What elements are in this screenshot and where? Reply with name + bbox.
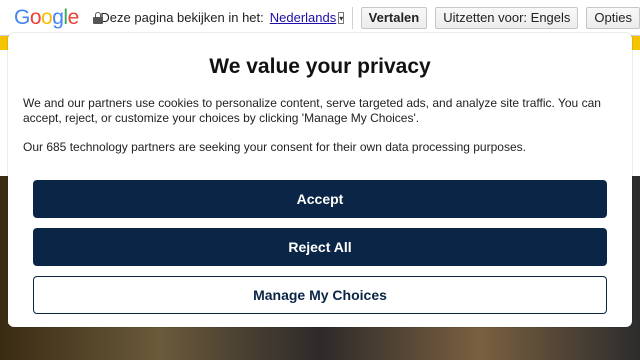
logo-letter: g: [52, 5, 64, 29]
google-logo: Google: [14, 6, 79, 30]
chevron-down-icon[interactable]: ▾: [338, 11, 345, 24]
google-translate-bar: Google Deze pagina bekijken in het: Nede…: [0, 0, 640, 36]
privacy-consent-dialog: We value your privacy We and our partner…: [8, 33, 632, 327]
reject-all-button[interactable]: Reject All: [33, 228, 607, 266]
logo-letter: o: [41, 5, 53, 29]
disable-translation-button[interactable]: Uitzetten voor: Engels: [435, 6, 579, 29]
language-select-link[interactable]: Nederlands: [270, 10, 337, 25]
lock-icon: [92, 11, 103, 24]
dialog-title: We value your privacy: [209, 55, 431, 78]
translate-prompt: Deze pagina bekijken in het:: [100, 10, 264, 25]
options-button[interactable]: Opties: [586, 6, 640, 29]
logo-letter: G: [14, 5, 30, 29]
logo-letter: e: [67, 5, 80, 29]
logo-letter: o: [29, 5, 42, 29]
translate-button[interactable]: Vertalen: [360, 6, 428, 29]
consent-description: We and our partners use cookies to perso…: [23, 96, 601, 125]
partners-notice: Our 685 technology partners are seeking …: [23, 140, 526, 154]
accept-button[interactable]: Accept: [33, 180, 607, 218]
manage-choices-button[interactable]: Manage My Choices: [33, 276, 607, 314]
